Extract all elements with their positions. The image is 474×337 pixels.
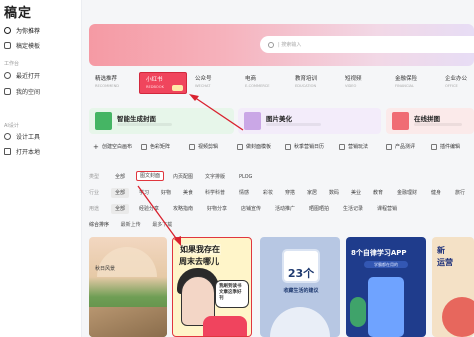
annotation-arrows <box>137 94 244 246</box>
arrow-to-redbook <box>189 94 244 131</box>
arrow-to-card <box>137 185 181 246</box>
